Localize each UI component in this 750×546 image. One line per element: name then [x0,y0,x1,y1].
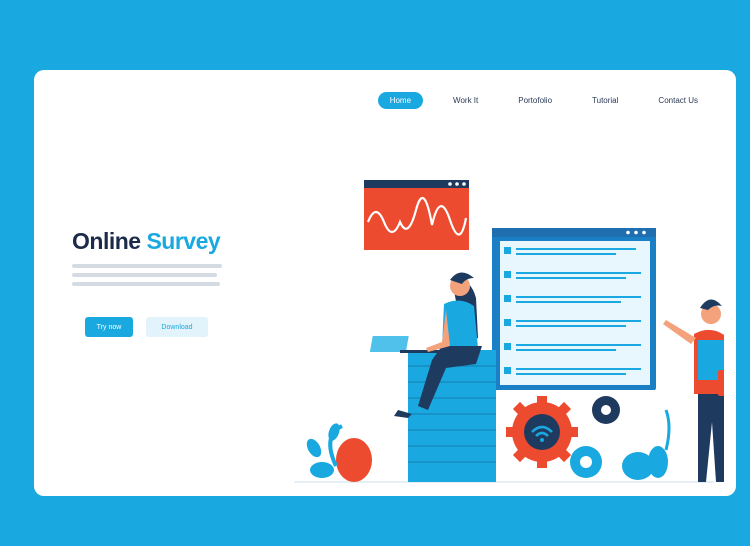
online-survey-illustration [294,180,724,483]
hero-description-placeholder [72,264,232,291]
paper-stack [408,350,496,482]
nav-work-it[interactable]: Work It [443,92,488,109]
plant-icon [306,423,372,482]
survey-form-icon [492,228,656,390]
hero-title-main: Online [72,228,141,254]
hero-title: Online Survey [72,228,221,255]
top-navigation: Home Work It Portofolio Tutorial Contact… [358,92,708,109]
wave-chart-icon [364,180,469,250]
wifi-gear-icon [506,396,578,468]
download-button[interactable]: Download [146,317,208,337]
blue-gear-icon [570,446,602,478]
description-line [72,282,220,286]
nav-home[interactable]: Home [377,92,424,109]
nav-tutorial[interactable]: Tutorial [582,92,628,109]
landing-page-card: Home Work It Portofolio Tutorial Contact… [34,70,736,496]
nav-contact-us[interactable]: Contact Us [648,92,708,109]
laptop-icon [369,336,409,352]
plant-right-icon [622,409,671,480]
description-line [72,264,222,268]
hero-title-accent: Survey [146,228,221,254]
description-line [72,273,217,277]
nav-portofolio[interactable]: Portofolio [508,92,562,109]
man-pointing [663,299,724,482]
try-now-button[interactable]: Try now [85,317,133,337]
small-gear-icon [592,396,620,424]
